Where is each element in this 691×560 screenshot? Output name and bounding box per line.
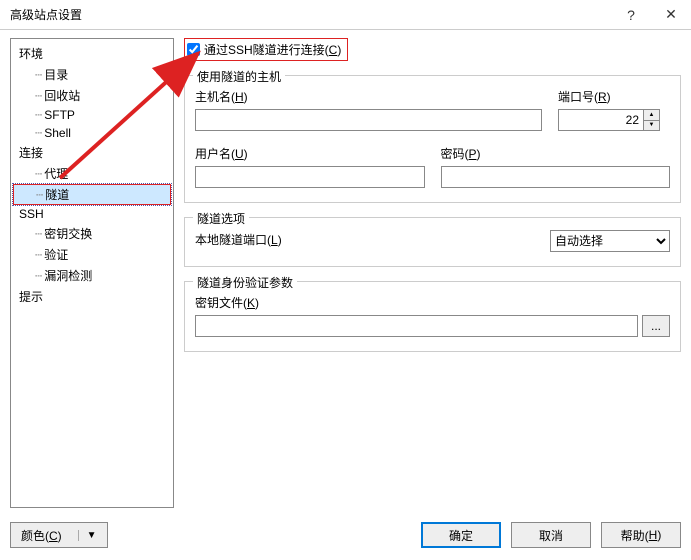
hostname-label: 主机名(H) <box>195 88 542 105</box>
ssh-tunnel-checkbox-row[interactable]: 通过SSH隧道进行连接(C) <box>184 38 348 61</box>
hostname-input[interactable] <box>195 109 542 131</box>
help-button[interactable]: 帮助(H) <box>601 522 681 548</box>
tree-sftp[interactable]: ┄SFTP <box>13 106 171 124</box>
tree-proxy[interactable]: ┄代理 <box>13 163 171 184</box>
help-icon[interactable]: ? <box>611 0 651 30</box>
tree-tunnel[interactable]: ┄隧道 <box>13 184 171 205</box>
ok-button[interactable]: 确定 <box>421 522 501 548</box>
username-input[interactable] <box>195 166 425 188</box>
keyfile-input[interactable] <box>195 315 638 337</box>
tree-hint[interactable]: 提示 <box>13 286 171 307</box>
tree-keyex[interactable]: ┄密钥交换 <box>13 223 171 244</box>
localport-select[interactable]: 自动选择 <box>550 230 670 252</box>
group-host: 使用隧道的主机 主机名(H) 端口号(R) ▲ ▼ <box>184 75 681 203</box>
localport-label: 本地隧道端口(L) <box>195 231 282 248</box>
window-title: 高级站点设置 <box>10 6 611 23</box>
group-tunnel: 隧道选项 本地隧道端口(L) 自动选择 <box>184 217 681 267</box>
tree-auth[interactable]: ┄验证 <box>13 244 171 265</box>
titlebar: 高级站点设置 ? ✕ <box>0 0 691 30</box>
group-auth-legend: 隧道身份验证参数 <box>193 274 297 291</box>
username-label: 用户名(U) <box>195 145 425 162</box>
tree-bugs[interactable]: ┄漏洞检测 <box>13 265 171 286</box>
tree-shell[interactable]: ┄Shell <box>13 124 171 142</box>
ssh-tunnel-label: 通过SSH隧道进行连接(C) <box>204 41 341 58</box>
port-label: 端口号(R) <box>558 88 670 105</box>
port-down-icon[interactable]: ▼ <box>644 121 659 131</box>
password-input[interactable] <box>441 166 671 188</box>
password-label: 密码(P) <box>441 145 671 162</box>
keyfile-label: 密钥文件(K) <box>195 294 670 311</box>
browse-button[interactable]: ... <box>642 315 670 337</box>
group-tunnel-legend: 隧道选项 <box>193 210 249 227</box>
cancel-button[interactable]: 取消 <box>511 522 591 548</box>
group-host-legend: 使用隧道的主机 <box>193 68 285 85</box>
color-button[interactable]: 颜色(C) ▼ <box>10 522 108 548</box>
button-bar: 颜色(C) ▼ 确定 取消 帮助(H) <box>10 522 681 548</box>
tree-ssh[interactable]: SSH <box>13 205 171 223</box>
group-auth: 隧道身份验证参数 密钥文件(K) ... <box>184 281 681 352</box>
tree-recycle[interactable]: ┄回收站 <box>13 85 171 106</box>
content-panel: 通过SSH隧道进行连接(C) 使用隧道的主机 主机名(H) 端口号(R) ▲ ▼ <box>184 38 681 508</box>
port-input[interactable] <box>558 109 644 131</box>
nav-tree: 环境 ┄目录 ┄回收站 ┄SFTP ┄Shell 连接 ┄代理 ┄隧道 SSH … <box>10 38 174 508</box>
port-up-icon[interactable]: ▲ <box>644 110 659 121</box>
chevron-down-icon: ▼ <box>78 530 97 541</box>
port-spinner[interactable]: ▲ ▼ <box>644 109 660 131</box>
tree-conn[interactable]: 连接 <box>13 142 171 163</box>
tree-dir[interactable]: ┄目录 <box>13 64 171 85</box>
ssh-tunnel-checkbox[interactable] <box>187 43 200 56</box>
close-icon[interactable]: ✕ <box>651 0 691 30</box>
tree-env[interactable]: 环境 <box>13 43 171 64</box>
